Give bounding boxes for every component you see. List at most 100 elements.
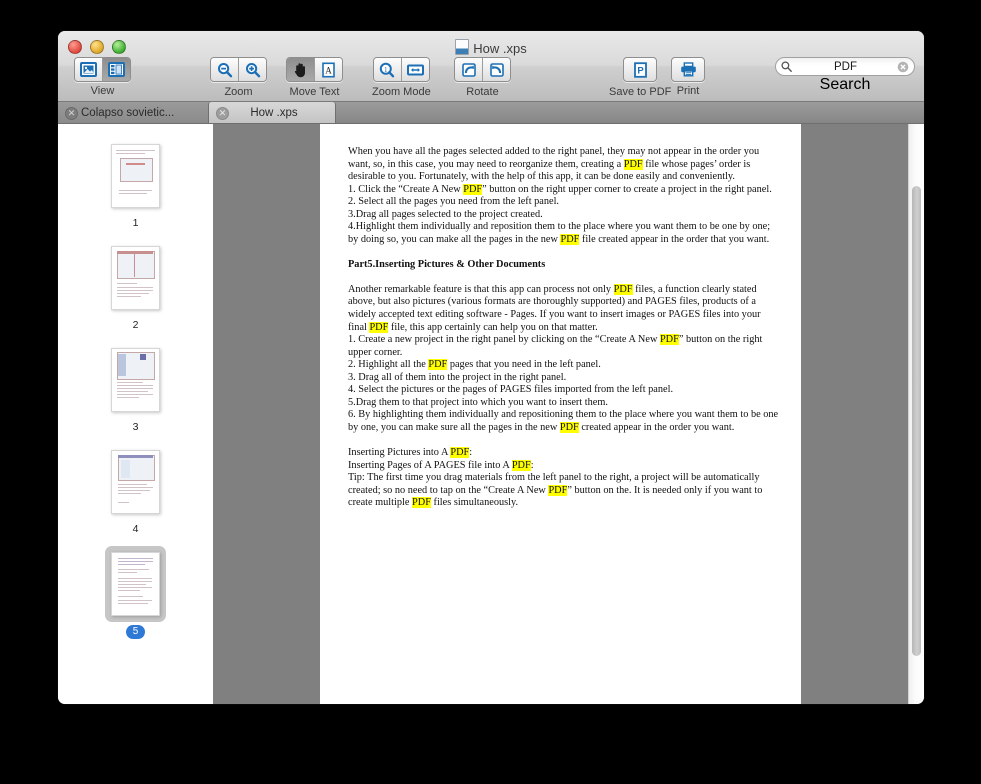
- highlighted-term: PDF: [560, 234, 579, 245]
- highlighted-term: PDF: [450, 447, 469, 458]
- view-single-page-button[interactable]: [75, 58, 103, 81]
- text-run: :: [531, 460, 534, 471]
- actual-size-button[interactable]: 1: [374, 58, 402, 81]
- thumbnail-frame[interactable]: [105, 444, 166, 520]
- text-run: 1. Create a new project in the right pan…: [348, 334, 660, 345]
- highlighted-term: PDF: [614, 284, 633, 295]
- tab-close-icon[interactable]: ✕: [65, 107, 78, 120]
- text-run: pages that you need in the left panel.: [447, 359, 601, 370]
- vertical-scrollbar[interactable]: [908, 124, 924, 704]
- thumbnail-frame[interactable]: [105, 342, 166, 418]
- rotate-segmented-control[interactable]: [454, 57, 511, 82]
- text-select-tool-button[interactable]: A: [315, 58, 342, 81]
- thumbnail-item[interactable]: 2: [58, 240, 213, 331]
- text-run: :: [469, 447, 472, 458]
- toolbar-group-zoom-label: Zoom: [210, 86, 267, 98]
- text-run: Inserting Pictures into A: [348, 447, 450, 458]
- thumbnail-frame[interactable]: [105, 240, 166, 316]
- document-paragraph: 3.Drag all pages selected to the project…: [348, 209, 779, 222]
- document-paragraph: Inserting Pages of A PAGES file into A P…: [348, 460, 779, 473]
- search-input-value[interactable]: PDF: [792, 61, 897, 73]
- move-text-segmented-control[interactable]: A: [286, 57, 343, 82]
- tab-label: How .xps: [250, 107, 297, 119]
- thumbnail-page-number: 2: [133, 319, 139, 331]
- toolbar-group-move-text: A Move Text: [286, 57, 343, 98]
- svg-text:A: A: [325, 65, 332, 75]
- window-title: How .xps: [58, 39, 924, 56]
- thumbnail-sidebar[interactable]: 1: [58, 124, 213, 704]
- print-button[interactable]: [671, 57, 705, 82]
- rotate-left-button[interactable]: [483, 58, 510, 81]
- zoom-out-button[interactable]: [211, 58, 239, 81]
- fit-width-button[interactable]: [402, 58, 429, 81]
- toolbar-group-view: View: [74, 57, 131, 97]
- thumbnail-page-number: 1: [133, 217, 139, 229]
- toolbar-group-rotate-label: Rotate: [454, 86, 511, 98]
- sidebar-thumbnails-icon: [108, 62, 125, 77]
- thumbnail-frame-selected[interactable]: [105, 546, 166, 622]
- document-canvas[interactable]: When you have all the pages selected add…: [213, 124, 908, 704]
- text-run: 4. Select the pictures or the pages of P…: [348, 384, 673, 395]
- vertical-scrollbar-thumb[interactable]: [912, 186, 921, 656]
- thumbnail-item[interactable]: 4: [58, 444, 213, 535]
- save-to-pdf-button[interactable]: P: [623, 57, 657, 82]
- picture-icon: [80, 62, 97, 77]
- tab-how-xps[interactable]: ✕ How .xps: [208, 102, 336, 123]
- zoom-segmented-control[interactable]: [210, 57, 267, 82]
- zoom-in-button[interactable]: [239, 58, 266, 81]
- thumbnail-item[interactable]: 1: [58, 138, 213, 229]
- svg-text:P: P: [637, 65, 644, 76]
- magnifier-one-icon: 1: [379, 62, 395, 78]
- rotate-left-icon: [489, 62, 505, 78]
- thumbnail-item[interactable]: 5: [58, 546, 213, 639]
- thumbnail-page-preview: [111, 450, 160, 514]
- document-paragraph: 1. Create a new project in the right pan…: [348, 334, 779, 359]
- view-thumbnails-button[interactable]: [103, 58, 130, 81]
- text-run: 3.Drag all pages selected to the project…: [348, 209, 543, 220]
- thumbnail-item[interactable]: 3: [58, 342, 213, 433]
- text-run: ” button on the right upper corner to cr…: [482, 184, 772, 195]
- document-page: When you have all the pages selected add…: [320, 124, 801, 704]
- pdf-page-icon: P: [633, 62, 648, 78]
- highlighted-term: PDF: [428, 359, 447, 370]
- highlighted-term: PDF: [463, 184, 482, 195]
- highlighted-term: PDF: [548, 485, 567, 496]
- print-label: Print: [671, 85, 705, 97]
- thumbnail-page-preview: [111, 348, 160, 412]
- zoom-mode-segmented-control[interactable]: 1: [373, 57, 430, 82]
- highlighted-term: PDF: [412, 497, 431, 508]
- document-paragraph: 4. Select the pictures or the pages of P…: [348, 384, 779, 397]
- rotate-right-icon: [461, 62, 477, 78]
- document-paragraph: 3. Drag all of them into the project in …: [348, 372, 779, 385]
- highlighted-term: PDF: [369, 322, 388, 333]
- magnifier-minus-icon: [217, 62, 233, 78]
- tab-label: Colapso sovietic...: [81, 107, 174, 119]
- tab-bar: ✕ Colapso sovietic... ✕ How .xps: [58, 102, 924, 124]
- thumbnail-page-number: 4: [133, 523, 139, 535]
- rotate-right-button[interactable]: [455, 58, 483, 81]
- toolbar-group-zoom-mode: 1 Zoom Mode: [372, 57, 431, 98]
- toolbar-group-print: Print: [671, 57, 705, 97]
- magnifier-plus-icon: [245, 62, 261, 78]
- text-run: Inserting Pages of A PAGES file into A: [348, 460, 512, 471]
- save-to-pdf-label: Save to PDF: [609, 86, 671, 98]
- application-window: How .xps: [58, 31, 924, 704]
- move-tool-button[interactable]: [287, 58, 315, 81]
- highlighted-term: PDF: [624, 159, 643, 170]
- thumbnail-page-preview: [111, 552, 160, 616]
- tab-close-icon[interactable]: ✕: [216, 107, 229, 120]
- text-run: file, this app certainly can help you on…: [388, 322, 597, 333]
- document-paragraph: When you have all the pages selected add…: [348, 146, 779, 184]
- tab-colapso-sovietic[interactable]: ✕ Colapso sovietic...: [58, 102, 208, 123]
- page-text: When you have all the pages selected add…: [348, 146, 779, 510]
- text-run: Another remarkable feature is that this …: [348, 284, 614, 295]
- thumbnail-frame[interactable]: [105, 138, 166, 214]
- xps-document-icon: [455, 39, 469, 55]
- thumbnail-page-preview: [111, 246, 160, 310]
- search-field[interactable]: PDF: [775, 57, 915, 76]
- clear-icon: [897, 61, 909, 73]
- view-segmented-control[interactable]: [74, 57, 131, 82]
- screen: How .xps: [0, 0, 981, 784]
- document-paragraph: Another remarkable feature is that this …: [348, 284, 779, 334]
- search-area: PDF Search: [775, 57, 915, 94]
